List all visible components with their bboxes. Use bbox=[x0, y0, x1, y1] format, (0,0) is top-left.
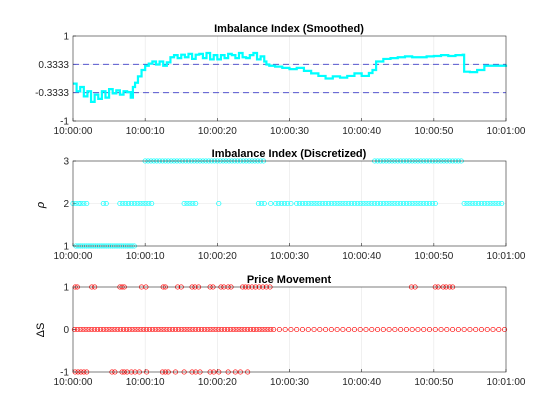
x-tick-label: 10:00:30 bbox=[270, 251, 309, 262]
x-tick-label: 10:00:20 bbox=[198, 126, 237, 137]
x-tick-label: 10:00:50 bbox=[414, 251, 453, 262]
y-tick-label: 1 bbox=[63, 283, 69, 294]
y-tick-label: 3 bbox=[63, 157, 69, 168]
x-tick-label: 10:00:40 bbox=[342, 251, 381, 262]
panel-discretized: Imbalance Index (Discretized) 123 10:00:… bbox=[35, 148, 526, 262]
x-tick-label: 10:01:00 bbox=[487, 251, 526, 262]
x-tick-label: 10:00:50 bbox=[414, 377, 453, 388]
x-tick-label: 10:01:00 bbox=[487, 126, 526, 137]
y-tick-label: 1 bbox=[63, 32, 69, 43]
x-tick-label: 10:00:10 bbox=[126, 377, 165, 388]
chart-title: Imbalance Index (Discretized) bbox=[212, 148, 367, 160]
x-tick-label: 10:01:00 bbox=[487, 377, 526, 388]
panel-price-movement: Price Movement -101 10:00:00 10:00:10 10:0… bbox=[35, 274, 526, 388]
x-tick-label: 10:00:10 bbox=[126, 251, 165, 262]
x-tick-label: 10:00:40 bbox=[342, 377, 381, 388]
y-axis-label: ΔS bbox=[35, 323, 47, 338]
x-tick-label: 10:00:00 bbox=[54, 377, 93, 388]
x-tick-label: 10:00:00 bbox=[54, 251, 93, 262]
figure: Imbalance Index (Smoothed) -1-0.33330.33… bbox=[0, 0, 560, 420]
y-tick-label: 2 bbox=[63, 199, 69, 210]
x-tick-label: 10:00:20 bbox=[198, 377, 237, 388]
y-axis-label: ρ bbox=[35, 202, 47, 209]
y-tick-label: 0.3333 bbox=[38, 60, 69, 71]
panel-smoothed: Imbalance Index (Smoothed) -1-0.33330.33… bbox=[35, 23, 526, 137]
x-tick-label: 10:00:30 bbox=[270, 377, 309, 388]
x-tick-label: 10:00:30 bbox=[270, 126, 309, 137]
x-tick-label: 10:00:40 bbox=[342, 126, 381, 137]
chart-title: Price Movement bbox=[247, 274, 332, 286]
y-tick-label: 0 bbox=[63, 325, 69, 336]
chart-title: Imbalance Index (Smoothed) bbox=[214, 23, 364, 35]
x-tick-label: 10:00:00 bbox=[54, 126, 93, 137]
x-tick-label: 10:00:10 bbox=[126, 126, 165, 137]
x-tick-label: 10:00:20 bbox=[198, 251, 237, 262]
y-tick-label: -0.3333 bbox=[35, 88, 69, 99]
x-tick-label: 10:00:50 bbox=[414, 126, 453, 137]
